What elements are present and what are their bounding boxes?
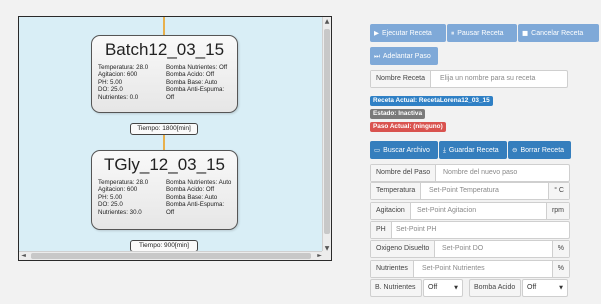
step-duration[interactable]: Tiempo: 1800[min] bbox=[130, 123, 198, 135]
acid-pump-label: Bomba Acido bbox=[469, 279, 521, 297]
pause-icon: ⏸ bbox=[451, 29, 455, 37]
agitation-unit: rpm bbox=[545, 203, 569, 219]
nutrient-pump-select[interactable]: Off ▼ bbox=[423, 279, 463, 297]
current-recipe-badge: Receta Actual: RecetaLorena12_03_15 bbox=[370, 96, 493, 106]
save-recipe-label: Guardar Receta bbox=[448, 147, 499, 154]
acid-pump-select[interactable]: Off ▼ bbox=[522, 279, 568, 297]
step-node[interactable]: TGly_12_03_15 Temperatura: 28.0 Agitacio… bbox=[91, 150, 238, 230]
param-temperature: Temperatura: 28.0 bbox=[98, 179, 149, 186]
pump-base: Bomba Base: Auto bbox=[166, 78, 218, 86]
step-node-params: Temperatura: 28.0 Agitacion: 600 PH: 5.0… bbox=[92, 175, 237, 216]
app-root: Batch12_03_15 Temperatura: 28.0 Agitacio… bbox=[0, 0, 601, 304]
recipe-name-label: Nombre Receta bbox=[371, 71, 432, 87]
step-name-field[interactable]: Nombre del Paso Nombre del nuevo paso bbox=[370, 164, 570, 182]
execute-recipe-label: Ejecutar Receta bbox=[382, 30, 432, 37]
agitation-label: Agitacion bbox=[371, 203, 411, 219]
agitation-field[interactable]: Agitacion Set-Point Agitacion rpm bbox=[370, 202, 570, 220]
temperature-unit: ° C bbox=[548, 183, 569, 199]
acid-pump-value: Off bbox=[527, 284, 537, 291]
agitation-input[interactable]: Set-Point Agitacion bbox=[417, 203, 476, 219]
advance-step-label: Adelantar Paso bbox=[382, 53, 431, 60]
folder-icon: ▭ bbox=[374, 146, 381, 154]
scrollbar-corner bbox=[322, 251, 331, 260]
cancel-recipe-button[interactable]: ■ Cancelar Receta bbox=[518, 24, 599, 42]
save-recipe-button[interactable]: ⤓ Guardar Receta bbox=[439, 141, 507, 159]
execute-recipe-button[interactable]: ▶ Ejecutar Receta bbox=[370, 24, 446, 42]
pump-base: Bomba Base: Auto bbox=[166, 193, 218, 201]
temperature-input[interactable]: Set-Point Temperatura bbox=[429, 183, 499, 199]
step-node[interactable]: Batch12_03_15 Temperatura: 28.0 Agitacio… bbox=[91, 35, 238, 113]
vertical-scrollbar[interactable]: ▲ ▼ bbox=[322, 17, 331, 253]
skip-forward-icon: ⏭ bbox=[374, 52, 380, 60]
dissolved-oxygen-field[interactable]: Oxigeno Disuelto Set-Point DO % bbox=[370, 240, 570, 258]
scroll-left-icon[interactable]: ◄ bbox=[19, 252, 28, 260]
pump-nutrients: Bomba Nutrientes: Off bbox=[166, 64, 228, 71]
nutrient-pump-label: B. Nutrientes bbox=[370, 279, 422, 297]
horizontal-scrollbar[interactable]: ◄ ► bbox=[19, 251, 324, 260]
stop-icon: ■ bbox=[522, 29, 529, 37]
dissolved-oxygen-label: Oxigeno Disuelto bbox=[371, 241, 436, 257]
pump-acid: Bomba Acido: Off bbox=[166, 186, 215, 194]
dissolved-oxygen-unit: % bbox=[551, 241, 569, 257]
recipe-name-field[interactable]: Nombre Receta Elija un nombre para su re… bbox=[370, 70, 568, 88]
ph-label: PH bbox=[371, 222, 392, 238]
cancel-recipe-label: Cancelar Receta bbox=[531, 30, 584, 37]
recipe-name-input[interactable]: Elija un nombre para su receta bbox=[440, 71, 535, 87]
nutrients-unit: % bbox=[551, 261, 569, 277]
step-name-label: Nombre del Paso bbox=[371, 165, 437, 181]
advance-step-button[interactable]: ⏭ Adelantar Paso bbox=[370, 47, 438, 65]
pause-recipe-label: Pausar Receta bbox=[457, 30, 504, 37]
remove-circle-icon: ⊖ bbox=[512, 146, 518, 154]
ph-input[interactable]: Set-Point PH bbox=[396, 222, 436, 238]
temperature-label: Temperatura bbox=[371, 183, 422, 199]
horizontal-scroll-thumb[interactable] bbox=[31, 253, 311, 259]
param-agitation: Agitacion: 600 bbox=[98, 186, 138, 194]
step-node-title: Batch12_03_15 bbox=[104, 40, 225, 59]
state-badge: Estado: Inactiva bbox=[370, 109, 426, 119]
delete-recipe-label: Borrar Receta bbox=[520, 147, 565, 154]
nutrient-pump-value: Off bbox=[428, 284, 438, 291]
param-do: DO: 25.0 bbox=[98, 86, 123, 94]
pause-recipe-button[interactable]: ⏸ Pausar Receta bbox=[447, 24, 517, 42]
param-ph: PH: 5.00 bbox=[98, 193, 123, 201]
step-node-params: Temperatura: 28.0 Agitacion: 600 PH: 5.0… bbox=[92, 60, 237, 101]
play-icon: ▶ bbox=[374, 29, 379, 37]
param-nutrients: Nutrientes: 30.0 bbox=[98, 208, 142, 216]
vertical-scroll-thumb[interactable] bbox=[324, 29, 330, 234]
delete-recipe-button[interactable]: ⊖ Borrar Receta bbox=[508, 141, 571, 159]
dissolved-oxygen-input[interactable]: Set-Point DO bbox=[442, 241, 483, 257]
param-temperature: Temperatura: 28.0 bbox=[98, 64, 149, 71]
temperature-field[interactable]: Temperatura Set-Point Temperatura ° C bbox=[370, 182, 570, 200]
pump-antifoam: Bomba Anti-Espuma: Off bbox=[166, 201, 225, 216]
search-file-button[interactable]: ▭ Buscar Archivo bbox=[370, 141, 438, 159]
nutrients-label: Nutrientes bbox=[371, 261, 414, 277]
pump-nutrients: Bomba Nutrientes: Auto bbox=[166, 179, 232, 186]
param-agitation: Agitacion: 600 bbox=[98, 71, 138, 79]
step-node-title: TGly_12_03_15 bbox=[104, 155, 225, 174]
current-step-badge: Paso Actual: (ninguno) bbox=[370, 122, 446, 132]
ph-field[interactable]: PH Set-Point PH bbox=[370, 221, 570, 239]
step-name-input[interactable]: Nombre del nuevo paso bbox=[443, 165, 517, 181]
scroll-up-icon[interactable]: ▲ bbox=[323, 17, 331, 26]
param-nutrients: Nutrientes: 0.0 bbox=[98, 93, 139, 101]
diagram-canvas: Batch12_03_15 Temperatura: 28.0 Agitacio… bbox=[19, 17, 324, 253]
pump-acid: Bomba Acido: Off bbox=[166, 71, 215, 79]
nutrients-input[interactable]: Set-Point Nutrientes bbox=[422, 261, 485, 277]
pump-antifoam: Bomba Anti-Espuma: Off bbox=[166, 86, 225, 101]
chevron-down-icon: ▼ bbox=[454, 285, 458, 291]
download-icon: ⤓ bbox=[443, 146, 446, 154]
param-ph: PH: 5.00 bbox=[98, 78, 123, 86]
chevron-down-icon: ▼ bbox=[559, 285, 563, 291]
param-do: DO: 25.0 bbox=[98, 201, 123, 209]
search-file-label: Buscar Archivo bbox=[383, 147, 430, 154]
pump-selects-row: B. Nutrientes Off ▼ Bomba Acido Off ▼ bbox=[370, 279, 570, 297]
nutrients-field[interactable]: Nutrientes Set-Point Nutrientes % bbox=[370, 260, 570, 278]
recipe-diagram: Batch12_03_15 Temperatura: 28.0 Agitacio… bbox=[18, 16, 332, 261]
